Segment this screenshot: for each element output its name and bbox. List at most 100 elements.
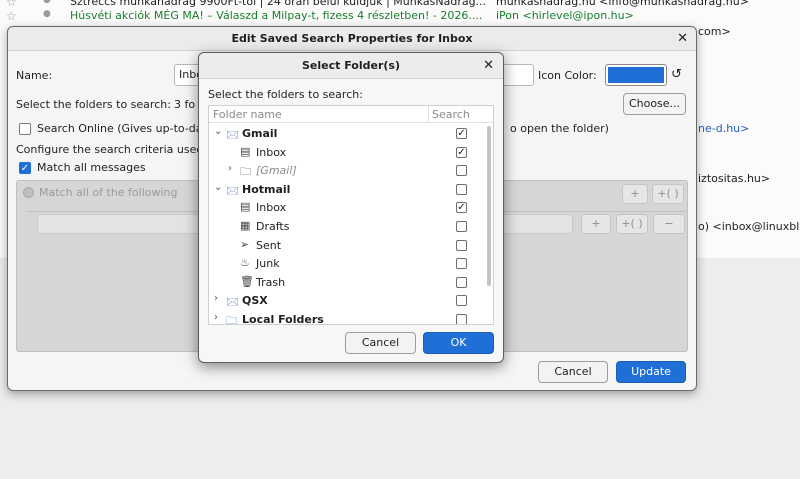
search-checkbox[interactable] <box>456 314 467 324</box>
folder-name: Junk <box>256 257 280 271</box>
dialog-titlebar: Edit Saved Search Properties for Inbox ✕ <box>8 27 696 51</box>
match-all-messages-checkbox[interactable]: ✓ <box>19 162 31 174</box>
drafts-icon: ▦ <box>240 219 251 232</box>
search-online-checkbox[interactable] <box>19 123 31 135</box>
search-checkbox[interactable] <box>456 165 467 177</box>
dialog-title: Edit Saved Search Properties for Inbox <box>231 32 473 45</box>
junk-icon: ♨ <box>240 256 250 270</box>
folder-name: Inbox <box>256 201 287 215</box>
icon-color-button[interactable] <box>605 64 667 86</box>
message-from-fragment: o) <inbox@linuxbl... <box>698 220 800 233</box>
folder-row[interactable]: ⌄ 🖂 Hotmail <box>209 181 489 199</box>
match-all-radio[interactable] <box>23 187 34 198</box>
search-checkbox[interactable]: ✓ <box>456 146 467 158</box>
match-all-following-label: Match all of the following <box>39 186 178 199</box>
ok-button[interactable]: OK <box>423 332 494 354</box>
select-folders-dialog: Select Folder(s) ✕ Select the folders to… <box>198 52 504 363</box>
folders-count: 3 fo <box>174 98 196 111</box>
message-from: iPon <hirlevel@ipon.hu> <box>496 9 634 22</box>
tree-header: Folder name Search <box>209 106 493 123</box>
folder-row[interactable]: › 🗀 Local Folders <box>209 311 489 325</box>
name-label: Name: <box>16 69 53 82</box>
folder-row[interactable]: › 🗀 [Gmail] <box>209 162 489 180</box>
search-checkbox[interactable] <box>456 258 467 270</box>
folder-name: Sent <box>256 238 282 252</box>
column-divider[interactable] <box>428 106 429 123</box>
search-checkbox[interactable] <box>456 221 467 232</box>
cancel-button[interactable]: Cancel <box>538 361 608 383</box>
folder-name: Hotmail <box>242 182 291 196</box>
message-from-fragment: ne-d.hu> <box>698 122 750 135</box>
dialog-titlebar: Select Folder(s) ✕ <box>199 53 503 79</box>
folder-name: [Gmail] <box>256 164 297 178</box>
search-online-label-tail: o open the folder) <box>510 122 609 135</box>
update-button[interactable]: Update <box>616 361 686 383</box>
column-header-folder[interactable]: Folder name <box>213 108 282 121</box>
search-checkbox[interactable] <box>456 239 467 251</box>
close-icon[interactable]: ✕ <box>677 27 688 51</box>
search-checkbox[interactable] <box>456 183 467 195</box>
chevron-down-icon[interactable]: ⌄ <box>214 182 222 193</box>
message-from-fragment: com> <box>698 25 731 38</box>
search-checkbox[interactable]: ✓ <box>456 128 467 139</box>
add-rule-button[interactable]: + <box>622 184 648 204</box>
inbox-icon: ▤ <box>240 144 251 158</box>
chevron-right-icon[interactable]: › <box>228 163 232 174</box>
star-icon[interactable]: ☆ <box>6 9 17 23</box>
dialog-title: Select Folder(s) <box>302 59 400 72</box>
folder-name: Local Folders <box>242 313 324 325</box>
add-group-button[interactable]: +( ) <box>652 184 684 204</box>
message-subject: Húsvéti akciók MÉG MA! – Válaszd a Milpa… <box>70 9 483 22</box>
folder-row[interactable]: ♨ Junk <box>209 255 489 273</box>
account-icon: 🖂 <box>226 295 239 309</box>
search-checkbox[interactable]: ✓ <box>456 202 467 214</box>
chevron-right-icon[interactable]: › <box>214 312 218 323</box>
add-criteria-button[interactable]: + <box>581 214 611 234</box>
folder-row[interactable]: ⌄ 🖂 Gmail ✓ <box>209 125 489 143</box>
add-criteria-group-button[interactable]: +( ) <box>616 214 648 234</box>
folder-row[interactable]: ▤ Inbox ✓ <box>209 144 489 162</box>
search-online-label: Search Online (Gives up-to-da <box>37 122 203 135</box>
match-all-messages-label: Match all messages <box>37 161 146 174</box>
account-icon: 🖂 <box>226 128 239 141</box>
folder-row[interactable]: › 🖂 QSX <box>209 292 489 310</box>
color-swatch <box>608 67 664 83</box>
folder-row[interactable]: 🗑 Trash <box>209 274 489 292</box>
account-icon: 🖂 <box>226 183 239 197</box>
inbox-icon: ▤ <box>240 200 251 214</box>
read-status-icon[interactable]: ● <box>43 0 51 5</box>
message-from: munkasnadrag.hu <info@munkasnadrag.hu> <box>496 0 749 8</box>
choose-button[interactable]: Choose... <box>623 93 686 115</box>
cancel-button[interactable]: Cancel <box>345 332 416 354</box>
search-checkbox[interactable] <box>456 295 467 307</box>
folder-name: QSX <box>242 294 268 308</box>
column-header-search[interactable]: Search <box>432 108 470 121</box>
folder-row[interactable]: ➢ Sent <box>209 237 489 255</box>
close-icon[interactable]: ✕ <box>483 53 494 79</box>
message-subject: Sztreccs munkanadrag 9900Ft-tol | 24 ora… <box>70 0 487 8</box>
reset-color-icon[interactable]: ↺ <box>671 67 682 82</box>
folder-name: Gmail <box>242 127 278 140</box>
icon-color-label: Icon Color: <box>538 69 597 82</box>
read-status-icon[interactable]: ● <box>43 9 51 19</box>
select-prompt: Select the folders to search: <box>208 88 363 101</box>
search-checkbox[interactable] <box>456 276 467 288</box>
folder-name: Inbox <box>256 145 287 159</box>
configure-label: Configure the search criteria used <box>16 143 204 156</box>
folder-row[interactable]: ▤ Inbox ✓ <box>209 199 489 217</box>
trash-icon: 🗑 <box>240 274 254 288</box>
local-folder-icon: 🗀 <box>226 314 237 325</box>
folder-icon: 🗀 <box>240 165 251 179</box>
scrollbar[interactable] <box>487 126 491 286</box>
message-from-fragment: iztositas.hu> <box>698 172 771 185</box>
chevron-down-icon[interactable]: ⌄ <box>214 126 222 137</box>
folder-name: Trash <box>256 275 286 289</box>
chevron-right-icon[interactable]: › <box>214 293 218 304</box>
sent-icon: ➢ <box>240 237 250 251</box>
message-row[interactable]: ☆ ● Húsvéti akciók MÉG MA! – Válaszd a M… <box>0 8 800 24</box>
folder-name: Drafts <box>256 220 290 233</box>
folder-tree: Folder name Search ⌄ 🖂 Gmail ✓ ▤ Inbox ✓ › 🗀 [Gma… <box>208 105 494 325</box>
folder-row[interactable]: ▦ Drafts <box>209 218 489 236</box>
folders-label: Select the folders to search: <box>16 98 171 111</box>
remove-criteria-button[interactable]: − <box>653 214 685 234</box>
